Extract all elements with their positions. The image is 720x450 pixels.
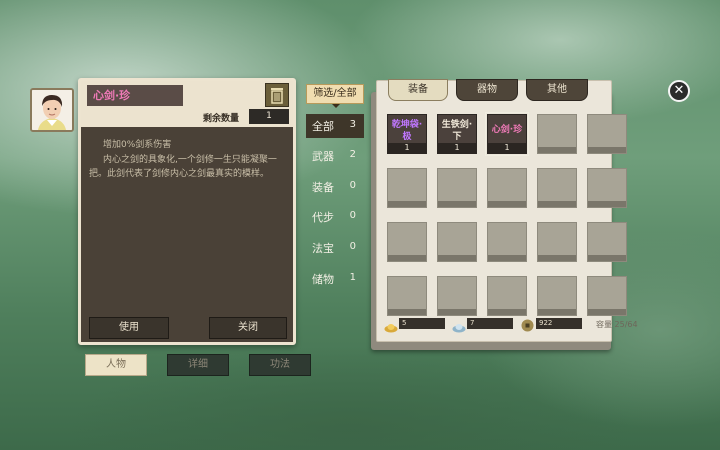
copper-coin-icon xyxy=(521,317,534,336)
inventory-slot-empty[interactable] xyxy=(387,276,427,316)
silver-ingot-icon xyxy=(452,318,466,337)
tab-details[interactable]: 详细 xyxy=(167,354,229,376)
inventory-slot-empty[interactable] xyxy=(587,222,627,262)
inventory-slot-empty[interactable] xyxy=(437,222,477,262)
item-label: 生铁剑·下 xyxy=(441,120,473,142)
item-effect-text: 增加0%剑系伤害 xyxy=(103,140,172,150)
category-all[interactable]: 全部 3 xyxy=(306,114,364,138)
inventory-slot-empty[interactable] xyxy=(587,276,627,316)
tab-artifacts[interactable]: 器物 xyxy=(456,79,518,101)
character-avatar[interactable] xyxy=(30,88,74,132)
inventory-slot-empty[interactable] xyxy=(487,222,527,262)
category-label: 装备 xyxy=(312,181,334,194)
category-treasure[interactable]: 法宝 0 xyxy=(306,236,364,260)
filter-button[interactable]: 筛选/全部 xyxy=(306,84,364,104)
inventory-capacity: 容量 25/64 xyxy=(596,320,638,329)
copper-amount: 922 xyxy=(536,318,582,329)
category-weapon[interactable]: 武器 2 xyxy=(306,144,364,168)
inventory-slot-empty[interactable] xyxy=(537,114,577,154)
category-storage[interactable]: 储物 1 xyxy=(306,267,364,291)
remaining-count-value: 1 xyxy=(249,109,289,124)
silver-amount: 7 xyxy=(467,318,513,329)
item-label: 乾坤袋·极 xyxy=(391,120,423,142)
category-label: 储物 xyxy=(312,273,334,286)
item-count: 1 xyxy=(438,143,476,153)
category-count: 3 xyxy=(349,119,356,130)
tab-skills[interactable]: 功法 xyxy=(249,354,311,376)
inventory-slot-empty[interactable] xyxy=(487,276,527,316)
category-label: 代步 xyxy=(312,211,334,224)
remaining-count-label: 剩余数量 xyxy=(203,114,240,124)
tab-other[interactable]: 其他 xyxy=(526,79,588,101)
category-count: 0 xyxy=(349,210,356,221)
inventory-slot-item[interactable]: 生铁剑·下 1 xyxy=(437,114,477,154)
category-equipment[interactable]: 装备 0 xyxy=(306,175,364,199)
category-count: 1 xyxy=(349,272,356,283)
category-count: 2 xyxy=(349,149,356,160)
inventory-slot-empty[interactable] xyxy=(587,114,627,154)
inventory-slot-empty[interactable] xyxy=(437,276,477,316)
chevron-down-icon xyxy=(332,104,340,108)
inventory-slot-item-selected[interactable]: 心剑·珍 1 xyxy=(485,112,529,156)
use-button[interactable]: 使用 xyxy=(89,317,169,339)
item-name: 心剑·珍 xyxy=(87,85,183,106)
tab-equipment[interactable]: 装备 xyxy=(388,79,448,101)
inventory-slot-empty[interactable] xyxy=(387,168,427,208)
item-label: 心剑·珍 xyxy=(491,125,523,135)
inventory-slot-item[interactable]: 乾坤袋·极 1 xyxy=(387,114,427,154)
item-count: 1 xyxy=(488,143,526,153)
trash-icon xyxy=(271,88,283,104)
inventory-slot-empty[interactable] xyxy=(537,276,577,316)
item-detail-panel: 心剑·珍 剩余数量 1 增加0%剑系伤害 内心之剑的具象化,一个剑修一生只能凝聚… xyxy=(78,78,296,345)
inventory-slot-empty[interactable] xyxy=(437,168,477,208)
close-icon[interactable]: ✕ xyxy=(668,80,690,102)
gold-amount: 5 xyxy=(399,318,445,329)
inventory-slot-empty[interactable] xyxy=(487,168,527,208)
close-button[interactable]: 关闭 xyxy=(209,317,287,339)
category-label: 全部 xyxy=(312,120,334,133)
category-count: 0 xyxy=(349,180,356,191)
inventory-slot-empty[interactable] xyxy=(537,222,577,262)
category-label: 法宝 xyxy=(312,242,334,255)
item-description-text: 内心之剑的具象化,一个剑修一生只能凝聚一把。此剑代表了剑修内心之剑最真实的模样。 xyxy=(89,155,277,179)
item-count: 1 xyxy=(388,143,426,153)
discard-button[interactable] xyxy=(265,83,289,107)
gold-ingot-icon xyxy=(384,318,398,337)
tab-character[interactable]: 人物 xyxy=(85,354,147,376)
inventory-slot-empty[interactable] xyxy=(587,168,627,208)
inventory-slot-empty[interactable] xyxy=(537,168,577,208)
inventory-slot-empty[interactable] xyxy=(387,222,427,262)
category-label: 武器 xyxy=(312,150,334,163)
category-count: 0 xyxy=(349,241,356,252)
category-mount[interactable]: 代步 0 xyxy=(306,205,364,229)
